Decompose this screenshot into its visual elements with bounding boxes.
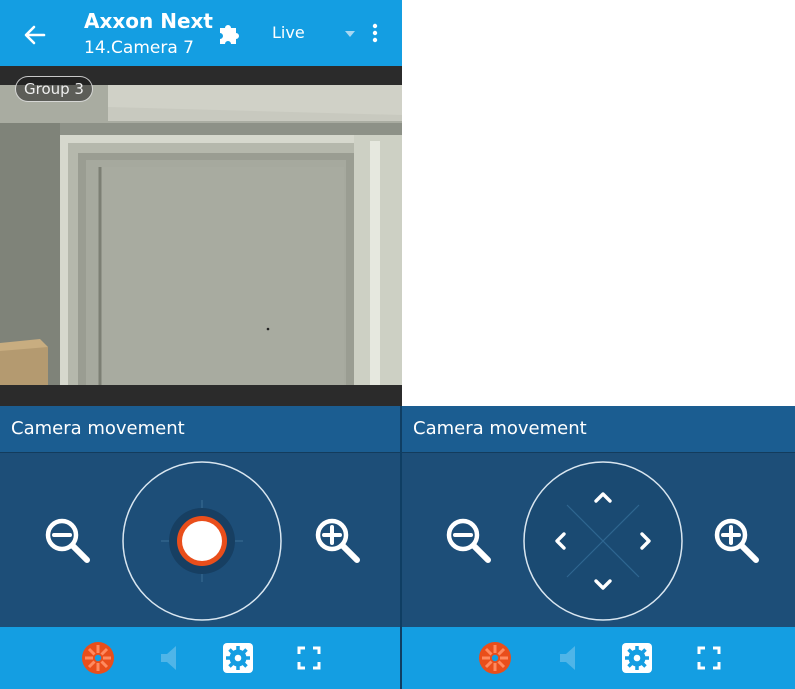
ptz-icon[interactable]	[81, 641, 115, 675]
app-title: Axxon Next	[84, 9, 213, 33]
puzzle-icon[interactable]	[217, 20, 243, 46]
panel-divider	[400, 406, 402, 689]
arrow-left-icon[interactable]	[18, 18, 52, 52]
ptz-control-area	[0, 452, 402, 628]
camera-frame	[0, 85, 402, 385]
settings-icon[interactable]	[222, 642, 254, 674]
speaker-icon[interactable]	[557, 644, 579, 672]
more-vert-icon[interactable]	[366, 22, 384, 44]
panel-title: Camera movement	[402, 406, 795, 452]
zoom-out-icon[interactable]	[443, 515, 495, 567]
panel-title: Camera movement	[0, 406, 402, 452]
group-badge[interactable]: Group 3	[15, 76, 93, 102]
direction-pad	[523, 461, 683, 621]
zoom-out-icon[interactable]	[42, 515, 94, 567]
ptz-icon[interactable]	[478, 641, 512, 675]
camera-movement-panel-joystick: Camera movement	[0, 406, 402, 689]
zoom-in-icon[interactable]	[312, 515, 364, 567]
fullscreen-icon[interactable]	[697, 646, 721, 670]
speaker-icon[interactable]	[158, 644, 180, 672]
camera-movement-panel-dpad: Camera movement	[402, 406, 795, 689]
ptz-control-area	[402, 452, 795, 628]
mode-selector[interactable]: Live	[272, 23, 305, 43]
caret-down-icon[interactable]	[344, 30, 356, 38]
fullscreen-icon[interactable]	[297, 646, 321, 670]
bottom-toolbar	[0, 627, 402, 689]
zoom-in-icon[interactable]	[711, 515, 763, 567]
ptz-joystick[interactable]	[121, 460, 283, 622]
settings-icon[interactable]	[621, 642, 653, 674]
video-viewport[interactable]: Group 3	[0, 66, 402, 406]
app-bar: Axxon Next 14.Camera 7 Live	[0, 0, 402, 66]
camera-name: 14.Camera 7	[84, 38, 194, 58]
bottom-toolbar	[402, 627, 795, 689]
